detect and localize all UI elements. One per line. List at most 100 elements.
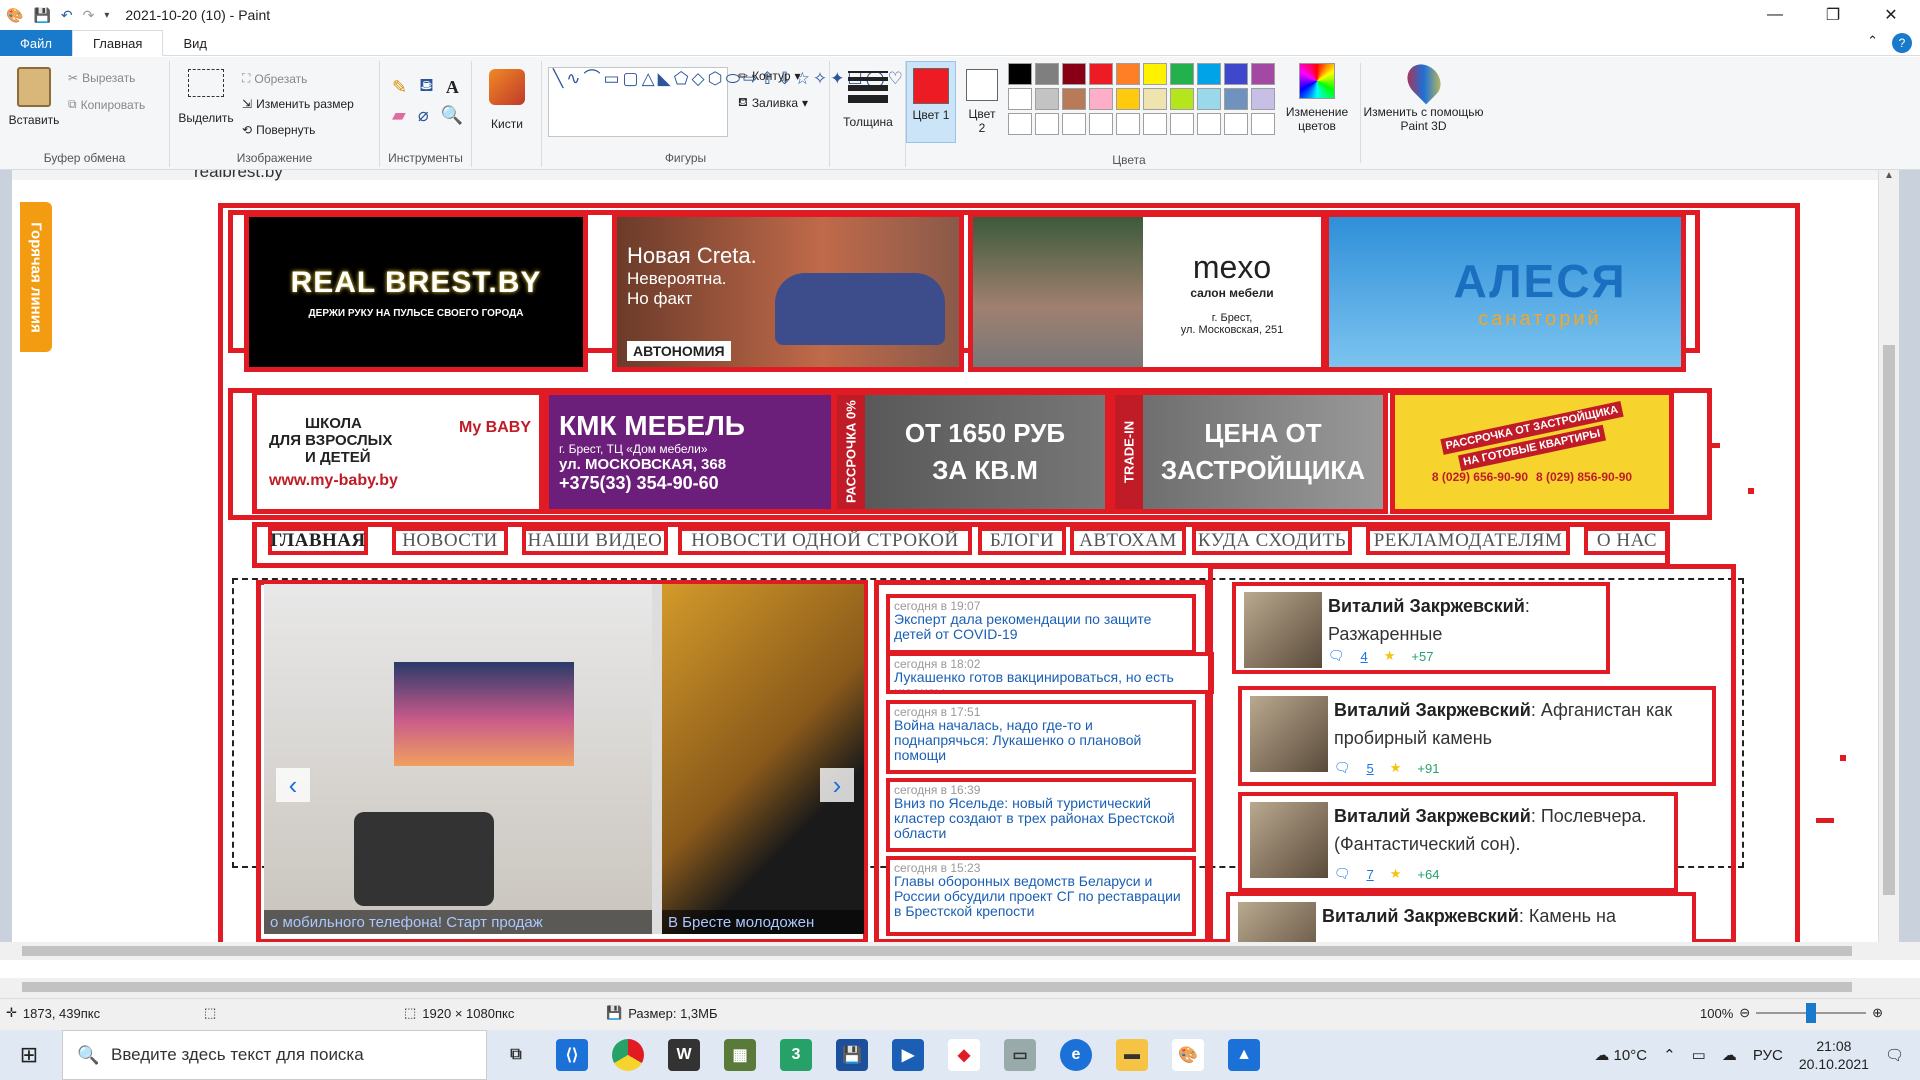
palette-swatch[interactable] [1089,88,1113,110]
clock[interactable]: 21:08 20.10.2021 [1799,1037,1869,1073]
palette-swatch[interactable] [1170,63,1194,85]
color2-button[interactable]: Цвет 2 [958,61,1006,143]
palette-swatch[interactable] [1116,88,1140,110]
palette-swatch[interactable] [1143,88,1167,110]
nav-item[interactable]: АВТОХАМ [1070,527,1186,555]
nav-item[interactable]: ГЛАВНАЯ [268,527,368,555]
comments-count[interactable]: 5 [1367,761,1374,776]
video-editor-icon[interactable]: ▶ [892,1039,924,1071]
palette-swatch[interactable] [1224,113,1248,135]
palette-swatch[interactable] [1197,88,1221,110]
installment-banner[interactable]: РАССРОЧКА ОТ ЗАСТРОЙЩИКА НА ГОТОВЫЕ КВАР… [1390,390,1674,514]
comments-count[interactable]: 7 [1367,867,1374,882]
nav-item[interactable]: НОВОСТИ [392,527,508,555]
save-icon[interactable]: 💾 [33,7,50,24]
fill-icon[interactable]: ⛾ [419,75,434,99]
zoom-slider-thumb[interactable] [1806,1003,1817,1023]
slider-prev-button[interactable]: ‹ [276,768,310,802]
scanner-icon[interactable]: ▭ [1004,1039,1036,1071]
text-icon[interactable]: A [446,77,459,98]
palette-swatch[interactable] [1008,88,1032,110]
zoom-slider[interactable] [1756,1003,1867,1023]
palette-swatch[interactable] [1035,113,1059,135]
palette-swatch[interactable] [1197,63,1221,85]
edge-icon[interactable]: e [1060,1039,1092,1071]
news-item[interactable]: сегодня в 16:39 Вниз по Ясельде: новый ту… [886,778,1196,852]
nav-item[interactable]: БЛОГИ [978,527,1066,555]
inner-horizontal-scrollbar[interactable] [0,942,1920,960]
world-of-tanks-icon[interactable]: W [668,1039,700,1071]
palette-swatch[interactable] [1089,113,1113,135]
tray-chevron-icon[interactable]: ⌃ [1663,1046,1676,1064]
save-app-icon[interactable]: 💾 [836,1039,868,1071]
blog-item[interactable]: Виталий Закржевский: Послевчера. (Фантас… [1238,792,1678,892]
help-icon[interactable]: ? [1892,33,1912,53]
notifications-icon[interactable]: 🗨 [1885,1046,1904,1064]
collapse-ribbon-icon[interactable]: ⌃ [1867,33,1878,53]
price-banner[interactable]: РАССРОЧКА 0% ОТ 1650 РУБ ЗА КВ.М [832,390,1110,514]
palette-swatch[interactable] [1170,88,1194,110]
minecraft-icon[interactable]: ▦ [724,1039,756,1071]
realbrest-banner[interactable]: REAL BREST.BY ДЕРЖИ РУКУ НА ПУЛЬСЕ СВОЕГ… [244,212,588,372]
nav-item[interactable]: НОВОСТИ ОДНОЙ СТРОКОЙ [678,527,972,555]
shapes-gallery[interactable]: ╲∿⌒▭▢△◣⬠◇⬡⬭⇨⇧⇩☆✧✦☐◯♡⚡ [548,67,927,137]
paint-taskbar-icon[interactable]: 🎨 [1172,1039,1204,1071]
network-icon[interactable]: ☁ [1722,1046,1737,1064]
eraser-icon[interactable]: ▰ [392,105,406,126]
battery-icon[interactable]: ▭ [1692,1046,1706,1064]
palette-swatch[interactable] [1035,63,1059,85]
language-indicator[interactable]: РУС [1753,1047,1783,1064]
tradein-banner[interactable]: TRADE-IN ЦЕНА ОТ ЗАСТРОЙЩИКА [1110,390,1388,514]
blog-item[interactable]: Виталий Закржевский: Афганистан как проб… [1238,686,1716,786]
taskbar-search[interactable]: 🔍 Введите здесь текст для поиска [62,1030,487,1080]
nav-item[interactable]: РЕКЛАМОДАТЕЛЯМ [1366,527,1570,555]
mexo-banner[interactable]: mexo салон мебели г. Брест, ул. Московск… [968,212,1326,372]
palette-swatch[interactable] [1143,113,1167,135]
palette-swatch[interactable] [1197,113,1221,135]
fill-dropdown[interactable]: ⛾ Заливка ▾ [738,95,808,111]
palette-swatch[interactable] [1170,113,1194,135]
weather-widget[interactable]: ☁ 10°C [1594,1046,1647,1064]
nav-item[interactable]: О НАС [1584,527,1670,555]
news-headline[interactable]: Главы оборонных ведомств Беларуси и Росс… [894,874,1188,919]
slider[interactable]: ‹ › о мобильного телефона! Старт продаж … [264,584,864,934]
minimize-button[interactable]: — [1746,0,1804,30]
news-headline[interactable]: Эксперт дала рекомендации по защите дете… [894,612,1188,642]
palette-swatch[interactable] [1116,63,1140,85]
outline-dropdown[interactable]: ✏ Контур ▾ [738,69,801,83]
blog-author[interactable]: Виталий Закржевский [1334,806,1531,826]
palette-swatch[interactable] [1224,63,1248,85]
news-item[interactable]: сегодня в 18:02 Лукашенко готов вакциниро… [886,652,1214,694]
palette-swatch[interactable] [1008,113,1032,135]
paste-button[interactable]: Вставить [6,67,62,127]
file-explorer-icon[interactable]: ▬ [1116,1039,1148,1071]
hotline-tab[interactable]: Горячая линия [20,202,52,352]
kite-icon[interactable]: ◆ [948,1039,980,1071]
page-vertical-scrollbar-thumb[interactable] [1883,345,1895,895]
blog-item[interactable]: Виталий Закржевский: Камень на [1226,892,1696,942]
slide-caption-1[interactable]: о мобильного телефона! Старт продаж [264,910,652,934]
news-item[interactable]: сегодня в 17:51 Война началась, надо где-… [886,700,1196,774]
copy-button[interactable]: ⧉ Копировать [68,97,145,112]
zoom-in-icon[interactable]: ⊕ [1872,1005,1883,1021]
palette-swatch[interactable] [1224,88,1248,110]
tab-file[interactable]: Файл [0,30,72,56]
undo-icon[interactable]: ↶ [61,7,73,24]
vscode-icon[interactable]: ⟨⟩ [556,1039,588,1071]
nav-item[interactable]: КУДА СХОДИТЬ [1192,527,1352,555]
palette-swatch[interactable] [1251,113,1275,135]
tab-home[interactable]: Главная [71,30,164,56]
palette-swatch[interactable] [1035,88,1059,110]
redo-icon[interactable]: ↷ [83,7,95,24]
palette-swatch[interactable] [1143,63,1167,85]
cut-button[interactable]: ✂ Вырезать [68,71,135,85]
palette-swatch[interactable] [1251,88,1275,110]
blog-item[interactable]: Виталий Закржевский: Разжаренные 🗨 4 ★ +57 [1232,582,1610,674]
nav-item[interactable]: НАШИ ВИДЕО [522,527,668,555]
tab-view[interactable]: Вид [163,30,227,56]
close-button[interactable]: ✕ [1862,0,1920,30]
customize-dropdown-icon[interactable]: ▾ [104,10,109,21]
canvas-image[interactable]: realbrest.by Горячая линия REAL BREST.BY… [12,170,1899,942]
blog-author[interactable]: Виталий Закржевский [1334,700,1531,720]
news-item[interactable]: сегодня в 15:23 Главы оборонных ведомств … [886,856,1196,936]
